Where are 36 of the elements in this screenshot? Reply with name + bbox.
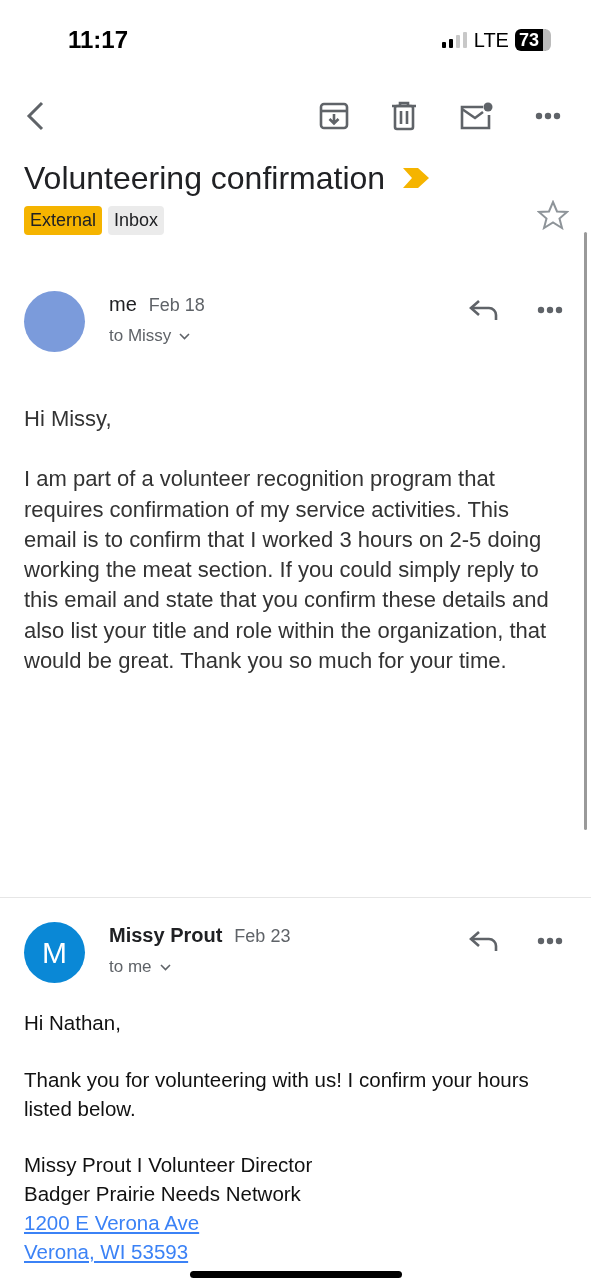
sender-name: Missy Prout [109,924,223,947]
chevron-icon [179,332,191,340]
star-icon[interactable] [537,200,569,230]
back-icon[interactable] [24,100,46,132]
status-time: 11:17 [68,26,129,54]
subject-title: Volunteering confirmation [24,159,386,198]
avatar-icon [24,291,85,352]
more-icon[interactable] [537,937,563,945]
network-label: LTE [473,28,509,52]
body-paragraph: Hi Missy, [24,405,113,433]
message-date: Feb 18 [148,295,205,316]
importance-marker-icon[interactable] [403,168,430,188]
body-paragraph: Thank you for volunteering with us! I confirm your hours listed below. [24,1066,530,1122]
sender-name: me [109,293,137,316]
message-date: Feb 23 [234,926,291,947]
more-icon[interactable] [537,306,563,314]
reply-icon[interactable] [469,299,499,321]
avatar-icon: M [24,922,85,983]
signature-line: Missy Prout I Volunteer Director [24,1152,313,1179]
trash-icon[interactable] [391,101,417,131]
recipient-toggle[interactable]: to me [109,957,171,977]
signal-icon [441,32,468,48]
reply-icon[interactable] [469,930,499,952]
archive-icon[interactable] [319,102,349,130]
body-paragraph: Hi Nathan, [24,1010,122,1036]
recipient-toggle[interactable]: to Missy [109,326,191,346]
address-link[interactable]: 1200 E Verona Ave [24,1209,200,1238]
signature-line: Badger Prairie Needs Network [24,1181,301,1208]
label-tag: Inbox [108,206,165,235]
label-tag: External [24,206,103,235]
battery-indicator: 73 [514,29,551,51]
unread-mail-icon[interactable] [459,102,493,130]
address-link[interactable]: Verona, WI 53593 [24,1237,189,1267]
more-icon[interactable] [535,112,561,120]
chevron-icon [159,963,171,971]
body-paragraph: I am part of a volunteer recognition program that requires confirmation of my service activities. This email is to confirm that I worked 3 hours on 2-5 doing working the meat section. If you could simply reply to this email and state that you confirm these details and also list your title and role within the organization, that would be great. Thank you so much for your time. [24,465,550,676]
